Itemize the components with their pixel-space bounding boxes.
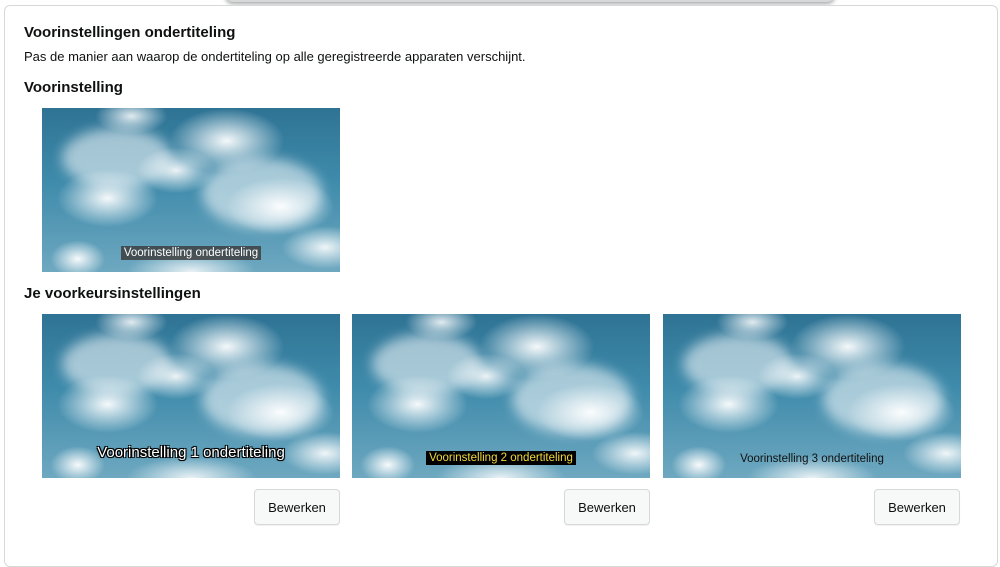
default-section-title: Voorinstelling (24, 79, 123, 96)
default-preview-image: Voorinstelling ondertiteling (42, 108, 340, 272)
page-title: Voorinstellingen ondertiteling (24, 24, 236, 41)
edit-preset-3-button[interactable]: Bewerken (874, 489, 960, 525)
preset-1-caption: Voorinstelling 1 ondertiteling (97, 444, 285, 461)
preferences-section-title: Je voorkeursinstellingen (24, 285, 201, 302)
preset-3-preview-image: Voorinstelling 3 ondertiteling (663, 314, 961, 478)
edit-preset-2-button[interactable]: Bewerken (564, 489, 650, 525)
preset-1-preview-image: Voorinstelling 1 ondertiteling (42, 314, 340, 478)
page-description: Pas de manier aan waarop de ondertitelin… (24, 49, 526, 64)
default-preview-caption: Voorinstelling ondertiteling (42, 243, 340, 261)
window-shadow-bar (225, 0, 835, 2)
preset-2-caption: Voorinstelling 2 ondertiteling (352, 448, 650, 466)
preset-2-preview-image: Voorinstelling 2 ondertiteling (352, 314, 650, 478)
preset-3-caption: Voorinstelling 3 ondertiteling (740, 453, 884, 465)
edit-preset-1-button[interactable]: Bewerken (254, 489, 340, 525)
